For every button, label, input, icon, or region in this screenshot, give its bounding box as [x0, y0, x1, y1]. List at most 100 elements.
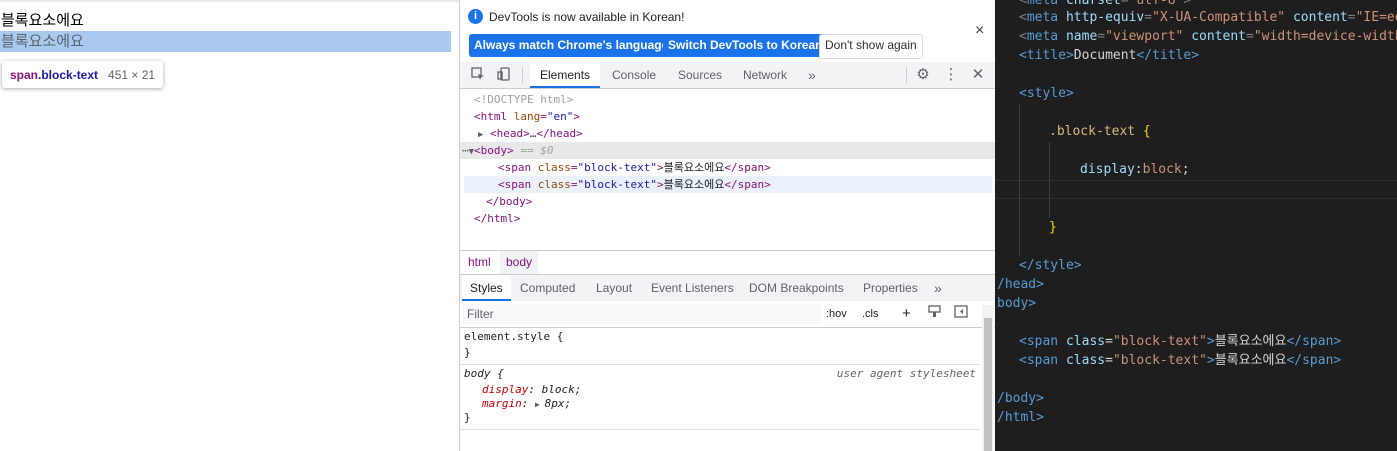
more-subtabs-icon[interactable]: » — [934, 275, 942, 301]
code-attr: http-equiv — [1065, 10, 1145, 25]
dom-node-doctype[interactable]: <!DOCTYPE html> — [460, 91, 996, 108]
expand-triangle-icon[interactable]: ▶ — [478, 130, 483, 140]
dom-node-head[interactable]: ▶ <head>…</head> — [460, 125, 996, 142]
always-match-language-button[interactable]: Always match Chrome's language — [469, 34, 674, 57]
more-options-icon[interactable]: ⋮ — [943, 67, 959, 83]
selected-node-marker: == $0 — [520, 144, 554, 157]
code-tag: /html> — [997, 410, 1044, 425]
close-devtools-icon[interactable]: ✕ — [970, 67, 986, 83]
tooltip-tag: span — [10, 67, 39, 82]
infobar-close-button[interactable]: × — [975, 22, 984, 40]
dom-node-span-hovered[interactable]: <span class="block-text">블록요소에요</span> — [464, 176, 992, 193]
code-editor: <meta charset="utf-8"> <meta http-equiv=… — [995, 0, 1397, 451]
current-line-bottom — [995, 198, 1397, 199]
code-line-body-open[interactable]: body> — [997, 294, 1036, 313]
device-toolbar-icon[interactable] — [496, 67, 512, 83]
body-rule-selector[interactable]: body { — [464, 367, 504, 381]
tab-dom-breakpoints[interactable]: DOM Breakpoints — [749, 275, 844, 301]
styles-filter-input[interactable] — [463, 304, 821, 324]
code-selector: .block-text — [1049, 124, 1136, 139]
dom-node-body-close[interactable]: </body> — [460, 193, 996, 210]
tab-network[interactable]: Network — [743, 62, 787, 88]
paint-brush-icon[interactable] — [928, 305, 941, 323]
rule-divider — [460, 429, 980, 430]
code-line-span-2[interactable]: <span class="block-text">블록요소에요</span> — [1019, 351, 1341, 370]
tab-styles[interactable]: Styles — [462, 275, 511, 301]
code-tag: </span> — [1286, 334, 1342, 349]
more-tabs-icon[interactable]: » — [808, 62, 816, 88]
current-line-top — [995, 180, 1397, 181]
toggle-sidebar-icon[interactable] — [954, 305, 968, 323]
code-line-title[interactable]: <title>Document</title> — [1019, 46, 1199, 65]
class-toggle-button[interactable]: .cls — [862, 305, 879, 323]
code-line-meta-viewport[interactable]: <meta name="viewport" content="width=dev… — [1019, 27, 1397, 46]
html-open-tag: <html — [474, 110, 508, 123]
page-text-line-2[interactable]: 블록요소에요 — [1, 31, 84, 52]
breadcrumb-html[interactable]: html — [462, 251, 497, 274]
styles-scrollbar-thumb[interactable] — [984, 318, 992, 451]
code-line-body-close[interactable]: /body> — [997, 389, 1044, 408]
code-line-brace-close[interactable]: } — [1049, 218, 1057, 237]
tab-sources[interactable]: Sources — [678, 62, 722, 88]
code-line-meta-compat[interactable]: <meta http-equiv="X-UA-Compatible" conte… — [1019, 8, 1397, 27]
code-tag: <style> — [1019, 86, 1074, 101]
dont-show-again-button[interactable]: Don't show again — [819, 34, 923, 59]
dom-node-html-close[interactable]: </html> — [460, 210, 996, 227]
span-close-tag: </span> — [724, 178, 771, 191]
code-tag: <title> — [1019, 48, 1074, 63]
code-colon: : — [1134, 162, 1143, 177]
toolbar-divider — [522, 67, 523, 83]
code-line-declaration[interactable]: display:block; — [1080, 160, 1190, 179]
code-line-html-close[interactable]: /html> — [997, 408, 1044, 427]
html-lang-value: "en" — [546, 110, 574, 123]
settings-gear-icon[interactable]: ⚙ — [915, 67, 931, 83]
page-text-line-1: 블록요소에요 — [1, 11, 84, 29]
code-text: 블록요소에요 — [1214, 334, 1287, 349]
style-declaration-margin[interactable]: margin: ▶ 8px; — [482, 397, 571, 411]
tab-computed[interactable]: Computed — [520, 275, 575, 301]
inspect-element-icon[interactable] — [470, 67, 486, 83]
dom-node-span[interactable]: <span class="block-text">블록요소에요</span> — [460, 159, 996, 176]
style-declaration-display[interactable]: display: block; — [482, 383, 581, 397]
code-line-style-open[interactable]: <style> — [1019, 84, 1074, 103]
switch-to-korean-button[interactable]: Switch DevTools to Korean — [663, 34, 828, 57]
hover-state-button[interactable]: :hov — [826, 305, 847, 323]
tab-event-listeners[interactable]: Event Listeners — [651, 275, 734, 301]
span-open-tag: <span — [498, 178, 532, 191]
tab-console[interactable]: Console — [612, 62, 656, 88]
span-close-tag: </span> — [724, 161, 771, 174]
code-attr: class — [1065, 334, 1106, 349]
code-line-span-1[interactable]: <span class="block-text">블록요소에요</span> — [1019, 332, 1341, 351]
code-tag: /head> — [997, 277, 1044, 292]
node-actions-icon[interactable]: ⋯ — [462, 144, 469, 157]
tab-elements[interactable]: Elements — [530, 62, 601, 88]
code-eq: = — [1105, 334, 1113, 349]
code-brace: } — [1049, 220, 1057, 235]
styles-subtabs: Styles Computed Layout Event Listeners D… — [460, 274, 996, 302]
code-line-head-close[interactable]: /head> — [997, 275, 1044, 294]
indent-guide — [1019, 104, 1020, 256]
element-style-selector[interactable]: element.style { — [464, 330, 563, 344]
language-infobar: i DevTools is now available in Korean! ×… — [460, 0, 996, 63]
value-margin: 8px; — [544, 397, 572, 410]
span-open-tag: <span — [498, 161, 532, 174]
code-attr-value: "IE=ed — [1355, 10, 1397, 25]
span-class-attr: class — [537, 178, 571, 191]
toolbar-divider — [906, 67, 907, 83]
html-close-tag: </html> — [474, 212, 521, 225]
code-text: Document — [1073, 48, 1137, 63]
styles-filter-bar: :hov .cls + — [460, 301, 996, 328]
expand-margin-icon[interactable]: ▶ — [535, 400, 545, 409]
breadcrumb-body[interactable]: body — [500, 251, 539, 274]
tab-properties[interactable]: Properties — [863, 275, 918, 301]
code-attr: charset — [1065, 0, 1121, 8]
code-line-selector[interactable]: .block-text { — [1049, 122, 1151, 141]
code-line-style-close[interactable]: </style> — [1019, 256, 1082, 275]
tooltip-selector: span.block-text — [10, 68, 98, 82]
code-tag: body> — [997, 296, 1037, 311]
styles-pane: element.style { } body { user agent styl… — [460, 328, 980, 451]
tab-layout[interactable]: Layout — [596, 275, 632, 301]
new-style-rule-button[interactable]: + — [902, 305, 911, 323]
dom-node-html[interactable]: <html lang="en"> — [460, 108, 996, 125]
dom-node-body[interactable]: ⋯▼<body> == $0 — [460, 142, 996, 159]
